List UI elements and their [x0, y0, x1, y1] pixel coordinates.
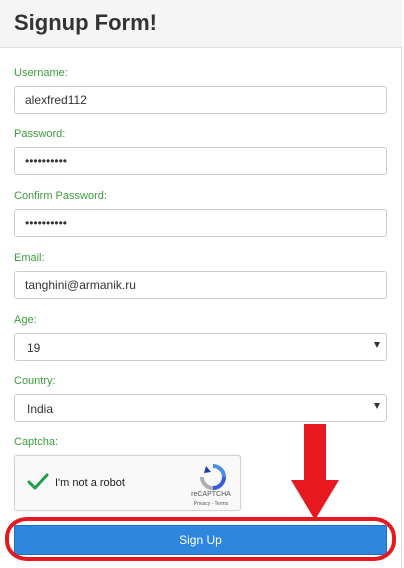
- recaptcha-widget: I'm not a robot reCAPTCHA Privacy - Term…: [14, 455, 241, 511]
- recaptcha-logo-icon: [200, 464, 226, 490]
- confirm-password-field[interactable]: [14, 209, 387, 237]
- country-selected-value: India: [27, 402, 54, 416]
- age-select[interactable]: 19: [14, 333, 387, 361]
- recaptcha-privacy-terms-link[interactable]: Privacy - Terms: [181, 501, 241, 507]
- captcha-label: Captcha:: [14, 436, 59, 448]
- page-title: Signup Form!: [14, 10, 157, 35]
- recaptcha-brand: reCAPTCHA: [191, 491, 231, 498]
- age-label: Age:: [14, 314, 37, 326]
- sign-up-button[interactable]: Sign Up: [14, 525, 387, 555]
- chevron-down-icon: [374, 403, 380, 409]
- checkmark-icon[interactable]: [27, 472, 49, 492]
- email-label: Email:: [14, 252, 45, 264]
- country-select[interactable]: India: [14, 394, 387, 422]
- annotation-down-arrow-icon: [291, 424, 339, 520]
- captcha-checkbox-label: I'm not a robot: [55, 477, 125, 489]
- confirm-password-label: Confirm Password:: [14, 190, 107, 202]
- form-header: Signup Form!: [0, 0, 402, 48]
- email-field[interactable]: [14, 271, 387, 299]
- age-selected-value: 19: [27, 341, 41, 355]
- chevron-down-icon: [374, 342, 380, 348]
- username-label: Username:: [14, 67, 68, 79]
- signup-panel: Signup Form! Username: Password: Confirm…: [0, 0, 402, 568]
- password-label: Password:: [14, 128, 66, 140]
- username-field[interactable]: [14, 86, 387, 114]
- password-field[interactable]: [14, 147, 387, 175]
- country-label: Country:: [14, 375, 56, 387]
